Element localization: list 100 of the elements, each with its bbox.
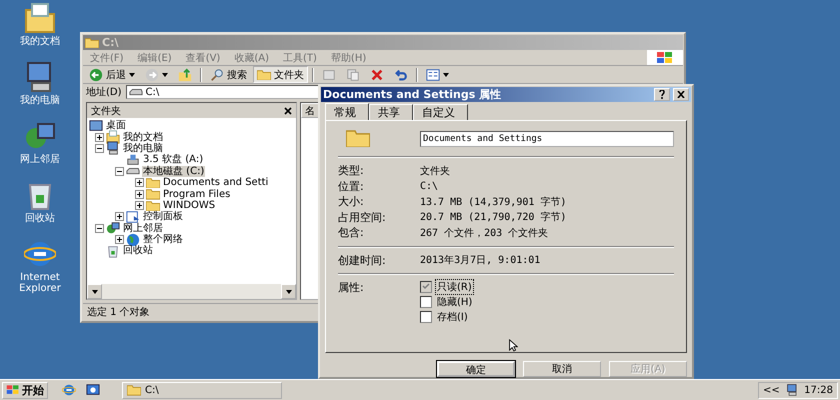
tray-toggle[interactable]: << [763, 384, 780, 396]
window-title: C:\ [102, 36, 120, 49]
dialog-button[interactable]: 取消 [523, 361, 601, 377]
desktop-icon-label[interactable]: 网上邻居 [10, 154, 70, 165]
undo-icon [394, 68, 408, 82]
tree-item[interactable]: 桌面 [105, 120, 127, 132]
folder-icon [346, 128, 370, 148]
folder-icon [24, 2, 56, 34]
collapse-toggle[interactable] [95, 144, 104, 153]
folder-icon [127, 384, 141, 396]
close-button[interactable] [673, 88, 689, 101]
clock: 17:28 [804, 384, 833, 396]
checkbox-label[interactable]: 存档(I) [436, 310, 469, 324]
tab[interactable]: 常规 [325, 103, 369, 121]
collapse-toggle[interactable] [95, 224, 104, 233]
folder-icon [257, 68, 271, 80]
checkbox[interactable] [420, 310, 432, 323]
caret-icon [286, 290, 292, 294]
expand-toggle[interactable] [115, 212, 124, 222]
property-label: 位置: [338, 178, 365, 194]
desktop-icon-label[interactable]: 我的文档 [10, 36, 70, 47]
folder-icon [85, 36, 99, 48]
property-label: 包含: [338, 225, 365, 240]
property-label: 创建时间: [338, 252, 387, 268]
property-value: 267 个文件，203 个文件夹 [420, 226, 548, 240]
expand-toggle[interactable] [95, 132, 104, 142]
desktop-icon-label[interactable]: 我的电脑 [10, 95, 70, 106]
desktop-icon-label[interactable]: Internet Explorer [10, 272, 70, 294]
plus-icon [116, 236, 123, 244]
pane-title: 文件夹 [91, 104, 121, 118]
delete-icon [370, 68, 384, 82]
globe-icon [126, 232, 140, 247]
browser-icon [62, 383, 76, 397]
folder-icon [146, 200, 160, 212]
dialog-title: Documents and Settings 属性 [323, 87, 502, 102]
desktop-icon [89, 118, 103, 133]
close-icon [677, 91, 685, 98]
control-panel-icon [126, 210, 140, 224]
tree-item[interactable]: 网上邻居 [122, 222, 164, 234]
tree-item[interactable]: Documents and Setti [162, 177, 270, 188]
caret-icon [92, 290, 98, 294]
tree-item[interactable]: Program Files [162, 188, 232, 200]
collapse-toggle[interactable] [115, 166, 124, 176]
desktop-icon-label[interactable]: 回收站 [10, 213, 70, 224]
computer-icon [786, 383, 798, 397]
tree-item[interactable]: WINDOWS [162, 200, 216, 211]
close-icon[interactable] [284, 106, 292, 114]
caret-icon [443, 72, 449, 76]
recycle-bin-icon [106, 244, 120, 258]
tree-item[interactable]: 我的电脑 [122, 142, 164, 154]
tree-item[interactable]: 我的文档 [122, 132, 164, 143]
property-value: C:\ [420, 180, 438, 192]
folders-button[interactable]: 文件夹 [253, 66, 308, 83]
tab[interactable]: 自定义 [413, 104, 468, 120]
expand-toggle[interactable] [135, 190, 144, 199]
dialog-button[interactable]: 确定 [437, 361, 515, 377]
plus-icon [136, 190, 143, 198]
folder-icon [146, 188, 160, 200]
property-value: 20.7 MB (21,790,720 字节) [420, 210, 566, 224]
plus-icon [136, 179, 143, 186]
tree-item[interactable]: 3.5 软盘 (A:) [142, 154, 204, 166]
name-field[interactable]: Documents and Settings [420, 130, 674, 147]
property-label: 类型: [338, 163, 365, 178]
address-label: 地址(D) [86, 86, 122, 99]
tab[interactable]: 共享 [369, 104, 413, 120]
checkbox[interactable] [420, 296, 432, 308]
tree-item[interactable]: 整个网络 [142, 234, 184, 246]
plus-icon [136, 202, 143, 209]
taskbar-button[interactable]: C:\ [122, 382, 282, 398]
start-button[interactable]: 开始 [2, 382, 48, 398]
expand-toggle[interactable] [135, 200, 144, 210]
property-label: 大小: [338, 194, 365, 210]
help-icon [659, 90, 665, 99]
property-label: 属性: [338, 280, 365, 296]
property-label: 占用空间: [338, 210, 387, 225]
computer-icon [106, 141, 120, 156]
flag-logo-icon [656, 52, 674, 64]
checkbox-label[interactable]: 隐藏(H) [436, 294, 474, 309]
expand-toggle[interactable] [115, 235, 124, 244]
flag-logo-icon [6, 384, 20, 396]
desktop-icon [86, 383, 100, 397]
search-icon [210, 68, 224, 82]
tree-item[interactable]: 本地磁盘 (C:) [142, 166, 206, 177]
views-icon [426, 68, 440, 82]
scroll-bar[interactable] [87, 284, 296, 299]
expand-toggle[interactable] [135, 178, 144, 188]
plus-icon [96, 134, 103, 141]
help-button[interactable] [654, 88, 670, 101]
tree-item[interactable]: 回收站 [122, 245, 154, 256]
caret-icon [162, 72, 168, 76]
tree-item[interactable]: 控制面板 [142, 211, 184, 222]
floppy-drive-icon [126, 152, 140, 167]
move-to-icon [322, 68, 336, 82]
property-value: 文件夹 [420, 164, 450, 178]
caret-icon [129, 72, 135, 76]
check-icon [422, 283, 430, 290]
copy-to-icon [346, 68, 360, 82]
search-button[interactable]: 搜索 [206, 66, 251, 83]
back-button[interactable]: 后退 [85, 66, 139, 83]
folder-up-icon [178, 68, 192, 82]
